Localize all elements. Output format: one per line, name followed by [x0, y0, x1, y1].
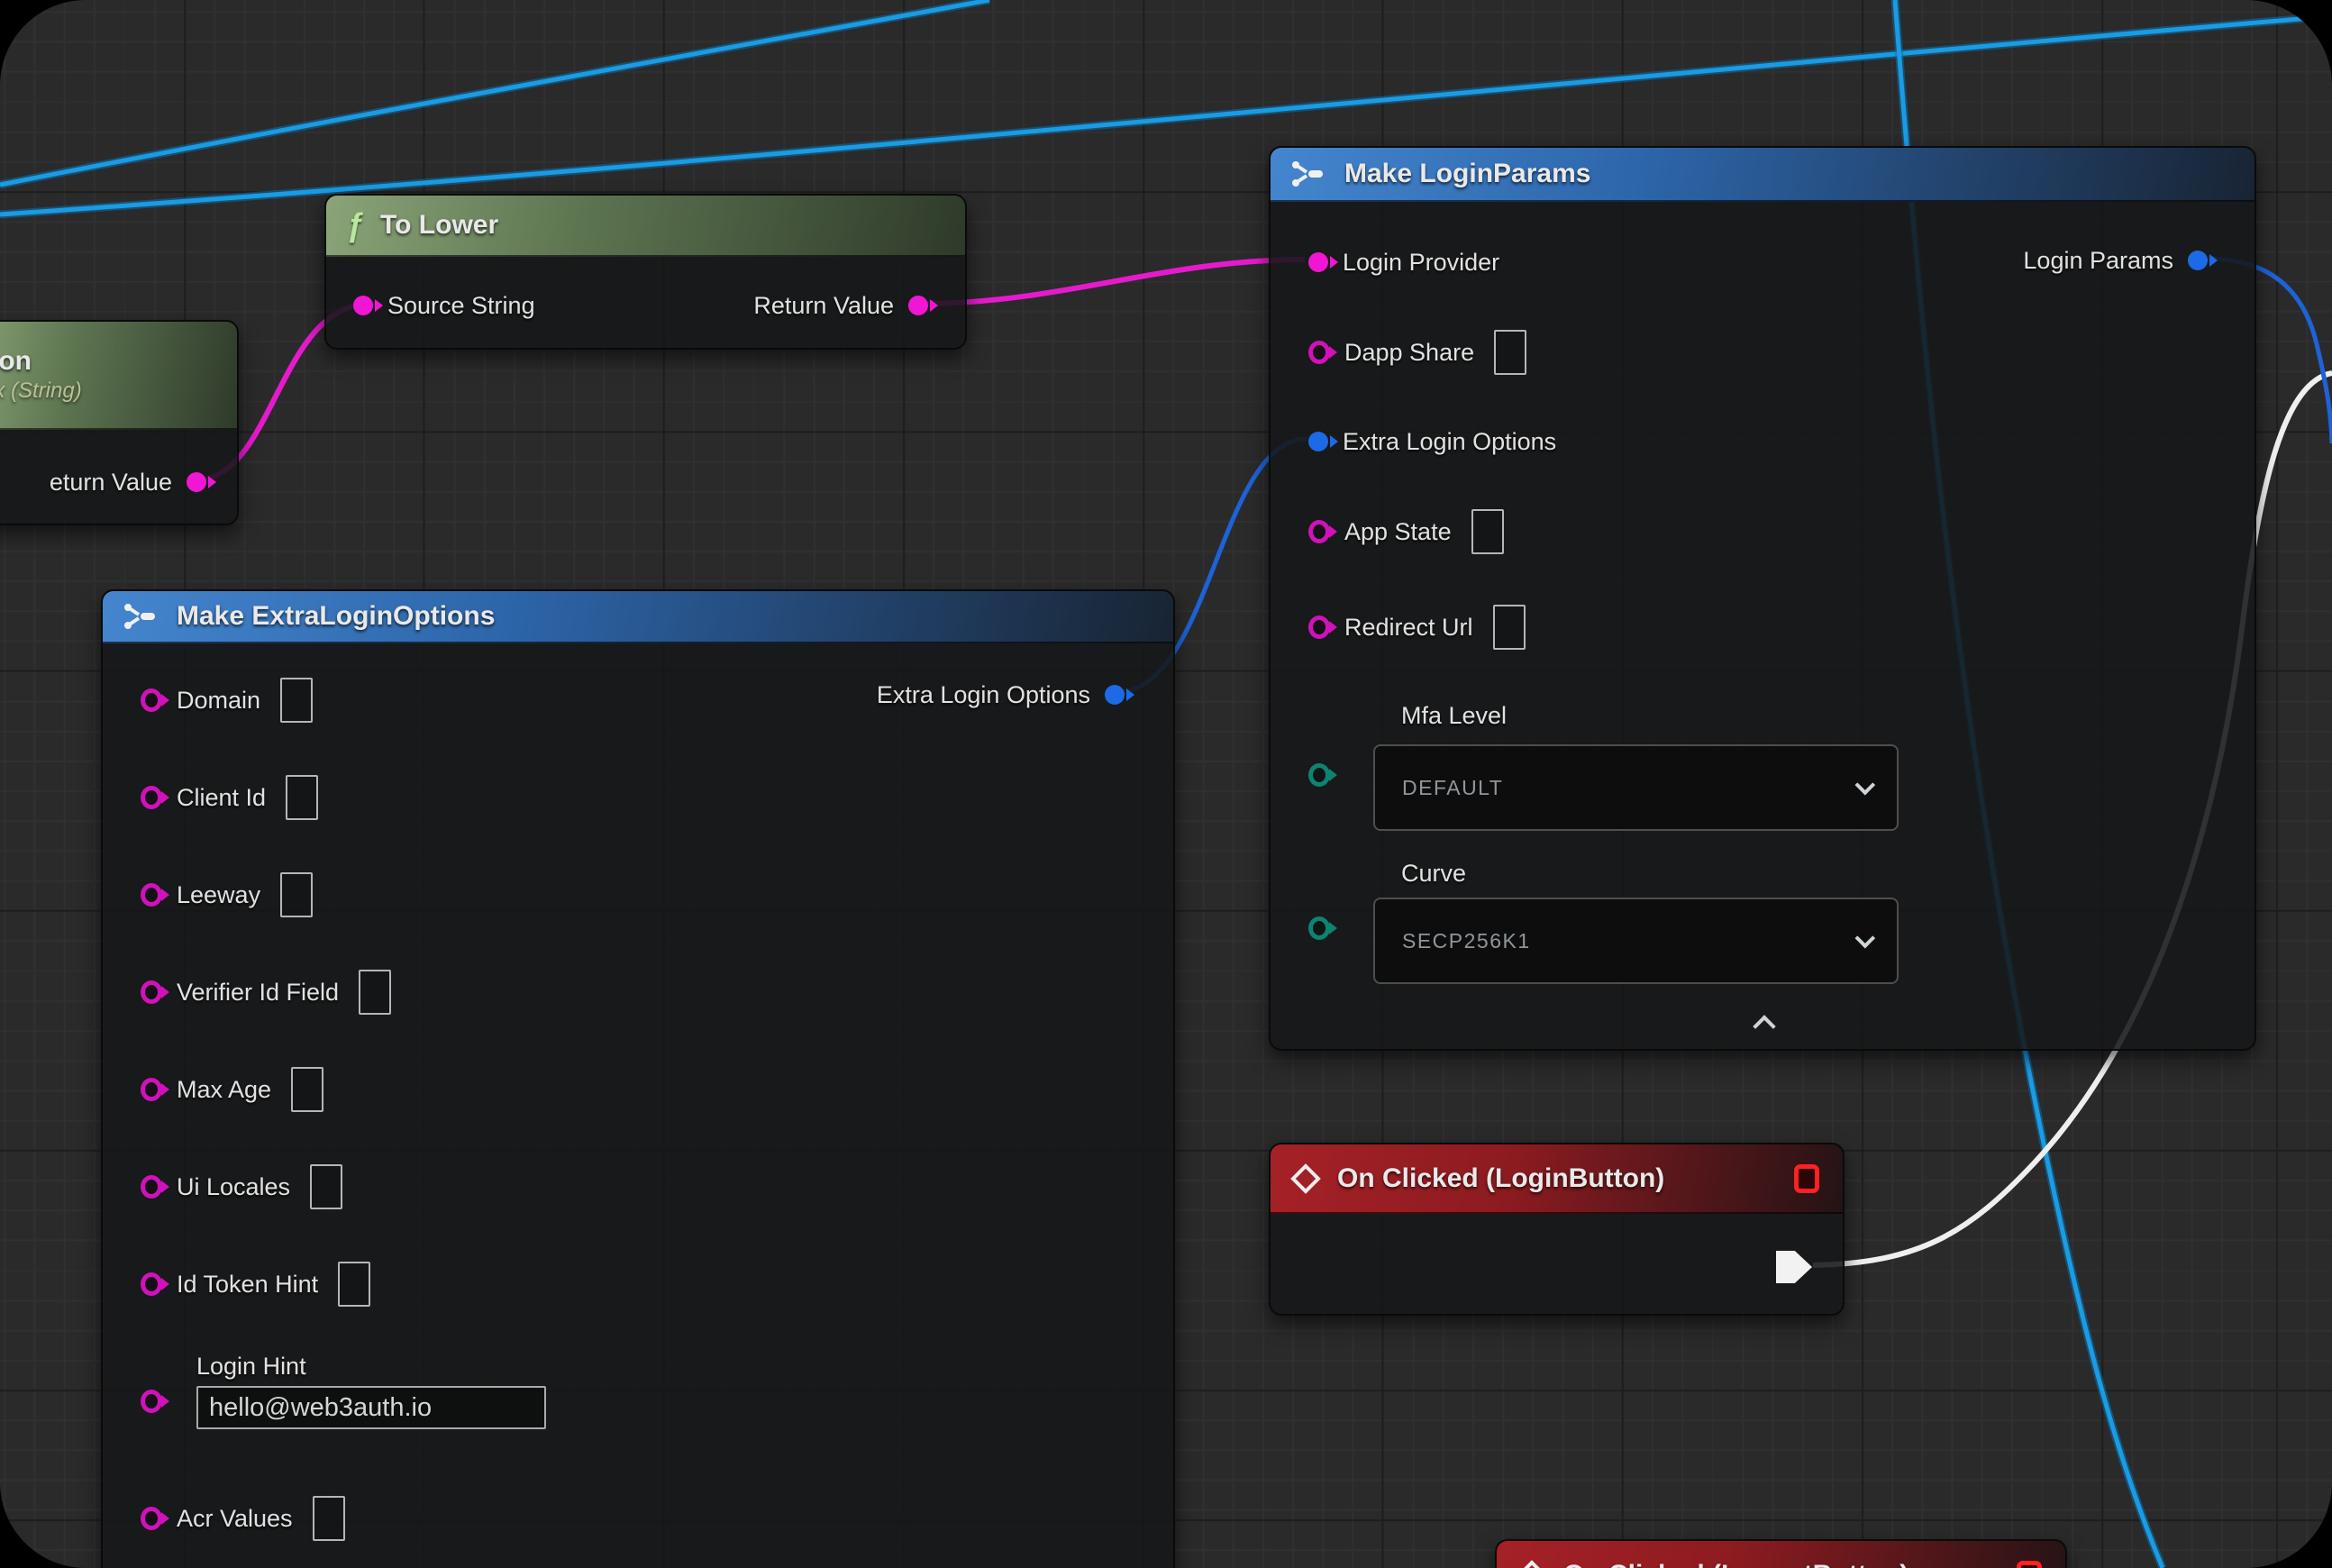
- extra-login-options-out-pin[interactable]: [1105, 685, 1125, 705]
- extra-login-options-in-label: Extra Login Options: [1343, 428, 1556, 456]
- verifier-id-field-label: Verifier Id Field: [177, 979, 339, 1007]
- verifier-id-field-input[interactable]: [359, 970, 391, 1015]
- redirect-url-label: Redirect Url: [1344, 614, 1473, 642]
- mfa-level-value: DEFAULT: [1402, 776, 1503, 800]
- function-icon: ƒ: [346, 206, 364, 244]
- acr-values-pin[interactable]: [141, 1507, 162, 1530]
- dapp-share-input[interactable]: [1494, 330, 1526, 375]
- domain-label: Domain: [177, 687, 260, 715]
- node-on-clicked-login[interactable]: On Clicked (LoginButton): [1269, 1143, 1845, 1316]
- ui-locales-pin[interactable]: [141, 1175, 162, 1199]
- node-make-extra-header[interactable]: Make ExtraLoginOptions: [103, 591, 1173, 643]
- client-id-input[interactable]: [286, 775, 318, 820]
- curve-dropdown[interactable]: SECP256K1: [1373, 898, 1899, 984]
- source-string-pin[interactable]: [353, 296, 373, 315]
- collapse-pins-button[interactable]: [1753, 1015, 1775, 1037]
- domain-input[interactable]: [280, 678, 313, 723]
- domain-pin[interactable]: [141, 688, 162, 712]
- blueprint-graph-canvas[interactable]: tion ox (String) eturn Value ƒ To Lower …: [0, 0, 2332, 1568]
- mfa-level-pin[interactable]: [1308, 763, 1330, 787]
- node-make-login-params-header[interactable]: Make LoginParams: [1271, 148, 2255, 202]
- acr-values-label: Acr Values: [177, 1505, 293, 1533]
- redirect-url-pin[interactable]: [1308, 615, 1330, 639]
- node-make-login-params[interactable]: Make LoginParams Login Provider Dapp Sha…: [1269, 146, 2256, 1051]
- curve-value: SECP256K1: [1402, 929, 1531, 953]
- client-id-pin[interactable]: [141, 786, 162, 809]
- id-token-hint-input[interactable]: [338, 1262, 370, 1307]
- wire-tolower-to-provider: [920, 260, 1305, 304]
- node-to-lower-title: To Lower: [380, 210, 498, 241]
- curve-pin[interactable]: [1308, 916, 1330, 940]
- return-value-pin[interactable]: [187, 472, 206, 492]
- max-age-pin[interactable]: [141, 1078, 162, 1101]
- node-on-clicked-logout-title: On Clicked (LogoutButton): [1563, 1560, 1908, 1568]
- event-diamond-icon: [1517, 1560, 1547, 1568]
- to-lower-return-pin[interactable]: [908, 296, 928, 315]
- node-get-text-subtitle: ox (String): [0, 378, 82, 404]
- node-on-clicked-logout[interactable]: On Clicked (LogoutButton): [1495, 1539, 2067, 1568]
- redirect-url-input[interactable]: [1493, 605, 1526, 650]
- login-provider-pin[interactable]: [1308, 252, 1328, 272]
- extra-login-options-in-pin[interactable]: [1308, 432, 1328, 451]
- event-bound-icon[interactable]: [2017, 1561, 2042, 1568]
- leeway-pin[interactable]: [141, 883, 162, 907]
- dapp-share-pin[interactable]: [1308, 341, 1330, 364]
- return-value-label: eturn Value: [50, 469, 172, 497]
- ui-locales-label: Ui Locales: [177, 1173, 290, 1201]
- node-on-clicked-login-header[interactable]: On Clicked (LoginButton): [1271, 1144, 1843, 1214]
- event-bound-icon[interactable]: [1794, 1164, 1819, 1193]
- dapp-share-label: Dapp Share: [1344, 339, 1474, 367]
- app-state-label: App State: [1344, 518, 1452, 546]
- chevron-down-icon: [1855, 928, 1876, 949]
- login-hint-pin[interactable]: [141, 1390, 162, 1413]
- node-get-text-partial[interactable]: tion ox (String) eturn Value: [0, 320, 239, 525]
- mfa-level-label: Mfa Level: [1401, 702, 1507, 730]
- app-state-pin[interactable]: [1308, 520, 1330, 543]
- exec-out-pin[interactable]: [1776, 1251, 1812, 1283]
- login-hint-input[interactable]: hello@web3auth.io: [196, 1386, 546, 1429]
- id-token-hint-label: Id Token Hint: [177, 1271, 318, 1299]
- app-state-input[interactable]: [1471, 509, 1504, 554]
- node-make-extra-login-options[interactable]: Make ExtraLoginOptions Domain Client Id …: [101, 589, 1175, 1568]
- id-token-hint-pin[interactable]: [141, 1272, 162, 1296]
- make-struct-icon: [123, 601, 160, 632]
- mfa-level-dropdown[interactable]: DEFAULT: [1373, 744, 1899, 831]
- login-provider-label: Login Provider: [1343, 249, 1499, 277]
- login-params-out-label: Login Params: [2023, 247, 2173, 275]
- leeway-input[interactable]: [280, 872, 313, 917]
- client-id-label: Client Id: [177, 784, 266, 812]
- extra-login-options-out-label: Extra Login Options: [877, 681, 1090, 709]
- acr-values-input[interactable]: [313, 1496, 345, 1541]
- event-diamond-icon: [1290, 1163, 1321, 1194]
- login-hint-label: Login Hint: [196, 1353, 546, 1381]
- node-to-lower[interactable]: ƒ To Lower Source String Return Value: [324, 194, 967, 350]
- verifier-id-field-pin[interactable]: [141, 980, 162, 1004]
- node-get-text-header[interactable]: tion ox (String): [0, 322, 237, 430]
- node-on-clicked-login-title: On Clicked (LoginButton): [1337, 1163, 1664, 1194]
- login-params-out-pin[interactable]: [2188, 251, 2208, 270]
- node-on-clicked-logout-header[interactable]: On Clicked (LogoutButton): [1497, 1541, 2065, 1568]
- node-make-extra-title: Make ExtraLoginOptions: [177, 601, 495, 632]
- curve-label: Curve: [1401, 860, 1466, 888]
- make-struct-icon: [1290, 159, 1328, 189]
- to-lower-return-label: Return Value: [753, 292, 894, 320]
- node-get-text-title: tion: [0, 346, 32, 377]
- chevron-down-icon: [1855, 775, 1876, 796]
- node-make-login-params-title: Make LoginParams: [1344, 159, 1590, 189]
- leeway-label: Leeway: [177, 881, 260, 909]
- max-age-input[interactable]: [291, 1067, 323, 1112]
- source-string-label: Source String: [387, 292, 535, 320]
- ui-locales-input[interactable]: [310, 1164, 342, 1209]
- max-age-label: Max Age: [177, 1076, 271, 1104]
- node-to-lower-header[interactable]: ƒ To Lower: [326, 196, 965, 257]
